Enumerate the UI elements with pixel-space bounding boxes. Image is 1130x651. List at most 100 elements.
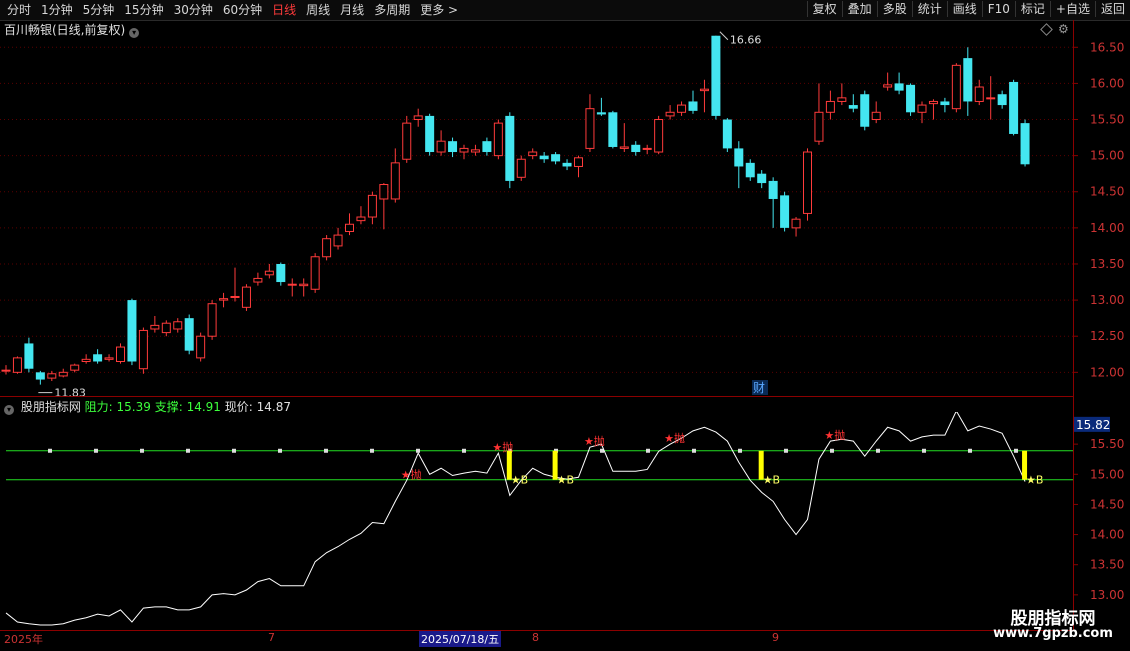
candle-body (619, 146, 629, 149)
candle-body (837, 97, 847, 102)
draw-line-button[interactable]: 画线 (946, 1, 982, 17)
chart-tools: 复权 叠加 多股 统计 画线 F10 标记 +自选 返回 (806, 1, 1130, 17)
candle-body (482, 141, 492, 153)
resistance-marker (968, 448, 972, 453)
statistics-button[interactable]: 统计 (911, 1, 947, 17)
candle-body (35, 372, 45, 380)
tab-monthly[interactable]: 月线 (335, 2, 369, 18)
price-tick-label: 13.00 (1090, 293, 1124, 307)
candle-body (367, 194, 377, 218)
candle-body (654, 119, 664, 153)
current-value-tag: 15.82 (1076, 418, 1110, 432)
kline-chart[interactable]: 16.50 16.00 15.50 15.00 14.50 14.00 13.50 13.00… (0, 20, 1130, 396)
candle-body (1020, 123, 1030, 165)
candle-body (345, 223, 354, 232)
multi-stock-button[interactable]: 多股 (876, 1, 912, 17)
candle-body (780, 195, 790, 228)
tab-5min[interactable]: 5分钟 (78, 2, 120, 18)
cai-badge: 财 (753, 381, 765, 395)
resistance-marker (140, 448, 144, 453)
back-button[interactable]: 返回 (1094, 1, 1130, 17)
price-tick-label: 14.50 (1090, 185, 1124, 199)
candle-body (448, 141, 458, 153)
indicator-chart[interactable]: 15.50 15.00 14.50 14.00 13.50 13.00 15.82 ★抛 ★抛 ★… (0, 412, 1130, 630)
indicator-tick-label: 13.50 (1090, 558, 1124, 572)
resistance-marker (738, 448, 742, 453)
buy-signal: ★B (1026, 474, 1043, 487)
tab-30min[interactable]: 30分钟 (169, 2, 218, 18)
candle-body (596, 112, 606, 115)
candle-body (860, 94, 870, 127)
price-tick-label: 13.50 (1090, 257, 1124, 271)
tab-weekly[interactable]: 周线 (301, 2, 335, 18)
tab-multi-period[interactable]: 多周期 (369, 2, 415, 18)
selected-date: 2025/07/18/五 (419, 631, 502, 647)
resistance-marker (48, 448, 52, 453)
watermark-url: www.7gpzb.com (993, 626, 1113, 641)
price-tick-label: 15.00 (1090, 149, 1124, 163)
candle-body (894, 83, 904, 91)
candle-body (150, 324, 160, 330)
tab-more[interactable]: 更多 > (415, 2, 463, 18)
candle-body (356, 216, 366, 222)
resistance-marker (232, 448, 236, 453)
resistance-marker (784, 448, 788, 453)
resistance-marker (1014, 448, 1018, 453)
candle-body (906, 84, 916, 113)
candle-body (116, 346, 125, 362)
period-toolbar: 分时 1分钟 5分钟 15分钟 30分钟 60分钟 日线 周线 月线 多周期 更… (0, 0, 1130, 21)
candle-body (699, 88, 709, 92)
candle-body (390, 162, 400, 200)
sell-signal: ★抛 (401, 467, 422, 481)
candle-body (402, 122, 412, 160)
price-tick-label: 12.00 (1090, 365, 1124, 379)
price-tick-label: 15.50 (1090, 113, 1124, 127)
high-arrow (719, 31, 729, 41)
buy-signal: ★B (557, 474, 574, 487)
candle-body (196, 335, 206, 359)
resistance-marker (370, 448, 374, 453)
price-tick-label: 12.50 (1090, 329, 1124, 343)
candle-body (722, 119, 732, 149)
candle-body (470, 149, 480, 153)
candle-body (322, 238, 332, 258)
candle-body (333, 234, 343, 247)
resistance-marker (876, 448, 880, 453)
f10-button[interactable]: F10 (981, 1, 1015, 17)
indicator-tick-label: 15.50 (1090, 437, 1124, 451)
date-label-aug: 8 (532, 631, 539, 644)
tab-fenshi[interactable]: 分时 (2, 2, 36, 18)
indicator-tick-label: 13.00 (1090, 588, 1124, 602)
tab-1min[interactable]: 1分钟 (36, 2, 78, 18)
candle-body (688, 101, 698, 111)
candle-body (241, 286, 251, 308)
period-tabs: 分时 1分钟 5分钟 15分钟 30分钟 60分钟 日线 周线 月线 多周期 更… (2, 2, 463, 18)
restore-rights-button[interactable]: 复权 (806, 1, 842, 17)
tab-15min[interactable]: 15分钟 (119, 2, 168, 18)
indicator-line (5, 412, 1026, 626)
tab-daily[interactable]: 日线 (267, 2, 301, 18)
watermark: 股朋指标网 www.7gpzb.com (988, 604, 1118, 646)
candle-body (184, 318, 194, 351)
candle-body (436, 140, 446, 153)
candle-body (528, 151, 538, 157)
add-watchlist-button[interactable]: +自选 (1049, 1, 1095, 17)
candle-body (173, 321, 183, 330)
candle-body (24, 343, 34, 369)
candle-body (276, 263, 286, 283)
candle-body (253, 277, 263, 283)
price-tick-label: 16.00 (1090, 76, 1124, 90)
candle-body (791, 218, 801, 229)
candle-body (493, 122, 503, 157)
candle-body (986, 97, 996, 100)
resistance-marker (830, 448, 834, 453)
candle-body (379, 184, 389, 200)
candle-body (814, 111, 824, 142)
overlay-button[interactable]: 叠加 (841, 1, 877, 17)
candle-body (12, 357, 22, 373)
tab-60min[interactable]: 60分钟 (218, 2, 267, 18)
candle-body (551, 154, 561, 162)
mark-button[interactable]: 标记 (1014, 1, 1050, 17)
resistance-marker (922, 448, 926, 453)
candle-body (138, 329, 148, 370)
